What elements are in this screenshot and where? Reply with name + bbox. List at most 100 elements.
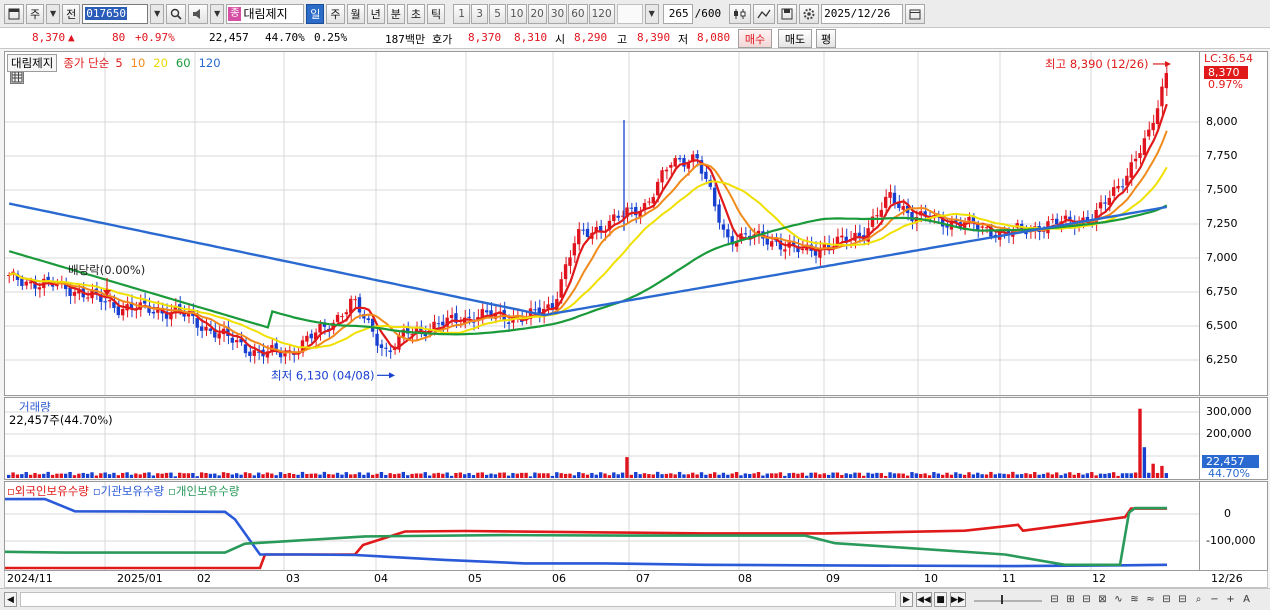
scroll-bar[interactable]: ◀ ▶ ◀◀ ■ ▶▶ ⊟ ⊞ ⊟ ⊠ ∿ ≋ ≈ ⊟ ⊟ ⌕ − + A bbox=[0, 588, 1270, 610]
price-chart-panel[interactable]: 대림제지 종가 단순 5 10 20 60 120 최고 8,390 (12/26) 최저… bbox=[4, 51, 1200, 396]
bid-label: 호가 bbox=[432, 33, 453, 46]
chevron-down-icon[interactable]: ▼ bbox=[46, 3, 61, 24]
prev-button[interactable]: 전 bbox=[62, 3, 81, 24]
volume-bar bbox=[607, 475, 612, 478]
play-forward-icon[interactable]: ▶ bbox=[900, 592, 913, 607]
chart-tool-icon[interactable]: A bbox=[1240, 592, 1253, 607]
volume-bar bbox=[901, 473, 905, 478]
fast-forward-icon[interactable]: ▶▶ bbox=[950, 592, 966, 607]
volume-bar bbox=[81, 472, 85, 478]
period-tab[interactable]: 월 bbox=[346, 3, 365, 24]
period-type-selector[interactable]: 주 bbox=[26, 3, 45, 24]
candle-type-icon[interactable] bbox=[729, 3, 752, 24]
multiplier-dropdown-icon[interactable]: ▼ bbox=[644, 3, 659, 24]
volume-chart[interactable] bbox=[5, 398, 1199, 479]
window-menu-icon[interactable] bbox=[4, 3, 24, 24]
volume-bar bbox=[191, 472, 195, 478]
zoom-slider[interactable] bbox=[972, 593, 1044, 606]
candle-body bbox=[1120, 186, 1125, 188]
candle-body bbox=[695, 154, 699, 159]
search-icon[interactable] bbox=[166, 3, 187, 24]
multiplier-button[interactable]: 120 bbox=[588, 3, 615, 24]
multiplier-button[interactable]: 60 bbox=[568, 3, 588, 24]
holdings-chart-panel[interactable]: ▫외국인보유수량 ▫기관보유수량 ▫개인보유수량 bbox=[4, 481, 1200, 571]
settings-gear-icon[interactable] bbox=[799, 3, 820, 24]
panel-name-box[interactable]: 대림제지 bbox=[7, 54, 58, 72]
volume-bar bbox=[427, 475, 432, 478]
avg-button[interactable]: 평 bbox=[816, 29, 836, 48]
chart-tool-icon[interactable]: ≈ bbox=[1144, 592, 1157, 607]
volume-bar bbox=[366, 472, 370, 478]
volume-bar bbox=[55, 473, 59, 478]
period-tab[interactable]: 분 bbox=[386, 3, 405, 24]
multiplier-button[interactable]: 10 bbox=[507, 3, 527, 24]
candle-body bbox=[1147, 129, 1151, 137]
multiplier-button[interactable]: 5 bbox=[489, 3, 507, 24]
scroll-left-icon[interactable]: ◀ bbox=[4, 592, 17, 607]
chart-tool-icon[interactable]: + bbox=[1224, 592, 1237, 607]
volume-chart-panel[interactable]: 거래량 22,457주(44.70%) bbox=[4, 397, 1200, 480]
volume-bar bbox=[971, 474, 976, 478]
volume-bar bbox=[726, 474, 730, 478]
volume-bar bbox=[1151, 463, 1155, 478]
volume-bar bbox=[677, 471, 682, 478]
candle-body bbox=[20, 278, 24, 286]
volume-bar bbox=[546, 473, 550, 478]
high-annotation: 최고 8,390 (12/26) bbox=[1045, 57, 1149, 71]
code-dropdown-icon[interactable]: ▼ bbox=[150, 3, 165, 24]
period-tab[interactable]: 틱 bbox=[427, 3, 446, 24]
trade-amount: 187백만 bbox=[385, 33, 426, 46]
chart-tool-icon[interactable]: ⊞ bbox=[1064, 592, 1077, 607]
save-icon[interactable] bbox=[777, 3, 798, 24]
chart-tool-icon[interactable]: ∿ bbox=[1112, 592, 1125, 607]
ma-period-label[interactable]: 120 bbox=[199, 56, 221, 70]
bar-count-input[interactable]: 265 bbox=[662, 3, 693, 24]
stock-name-box[interactable]: 종 대림제지 bbox=[226, 3, 305, 24]
drawing-tool-icon[interactable] bbox=[753, 3, 776, 24]
multiplier-button[interactable]: 3 bbox=[471, 3, 489, 24]
stop-icon[interactable]: ■ bbox=[934, 592, 947, 607]
rewind-icon[interactable]: ◀◀ bbox=[916, 592, 932, 607]
chart-tool-icon[interactable]: ⊟ bbox=[1048, 592, 1061, 607]
speaker-icon[interactable] bbox=[188, 3, 209, 24]
volume-bar bbox=[239, 474, 243, 478]
period-tab[interactable]: 주 bbox=[326, 3, 345, 24]
ma-period-label[interactable]: 5 bbox=[115, 56, 122, 70]
period-tab[interactable]: 초 bbox=[406, 3, 425, 24]
volume-bar bbox=[629, 474, 634, 478]
chart-tool-icon[interactable]: ⊟ bbox=[1160, 592, 1173, 607]
multiplier-button[interactable]: 20 bbox=[527, 3, 547, 24]
buy-button[interactable]: 매수 bbox=[738, 29, 772, 48]
ma-period-label[interactable]: 60 bbox=[176, 56, 191, 70]
ma-period-label[interactable]: 10 bbox=[131, 56, 146, 70]
candle-body bbox=[840, 235, 844, 238]
period-tab[interactable]: 년 bbox=[366, 3, 385, 24]
candle-body bbox=[682, 157, 686, 167]
holding-series-label[interactable]: ▫개인보유수량 bbox=[168, 483, 239, 499]
speaker-dropdown-icon[interactable]: ▼ bbox=[210, 3, 225, 24]
scroll-track[interactable] bbox=[20, 592, 896, 607]
volume-bar bbox=[555, 472, 559, 478]
candle-body bbox=[704, 171, 708, 180]
multiplier-button[interactable]: 30 bbox=[547, 3, 568, 24]
price-chart[interactable]: 최고 8,390 (12/26) 최저 6,130 (04/08) 배당락(0.00… bbox=[5, 52, 1199, 395]
custom-multiplier-input[interactable] bbox=[616, 3, 643, 24]
chart-tool-icon[interactable]: − bbox=[1208, 592, 1221, 607]
volume-bar bbox=[68, 471, 72, 478]
date-input[interactable]: 2025/12/26 bbox=[821, 3, 904, 24]
holding-series-label[interactable]: ▫외국인보유수량 bbox=[7, 483, 89, 499]
period-tab[interactable]: 일 bbox=[306, 3, 325, 24]
volume-bar bbox=[125, 472, 129, 478]
chart-tool-icon[interactable]: ≋ bbox=[1128, 592, 1141, 607]
sell-button[interactable]: 매도 bbox=[778, 29, 812, 48]
chart-tool-icon[interactable]: ⌕ bbox=[1192, 592, 1205, 607]
chart-tool-icon[interactable]: ⊠ bbox=[1096, 592, 1109, 607]
multiplier-button[interactable]: 1 bbox=[453, 3, 471, 24]
stock-code-input[interactable]: 017650 bbox=[82, 3, 149, 24]
ma-period-label[interactable]: 20 bbox=[153, 56, 168, 70]
calendar-icon[interactable] bbox=[905, 3, 926, 24]
chart-tool-icon[interactable]: ⊟ bbox=[1080, 592, 1093, 607]
holding-series-label[interactable]: ▫기관보유수량 bbox=[93, 483, 164, 499]
chart-tool-icon[interactable]: ⊟ bbox=[1176, 592, 1189, 607]
candle-body bbox=[1151, 122, 1155, 131]
